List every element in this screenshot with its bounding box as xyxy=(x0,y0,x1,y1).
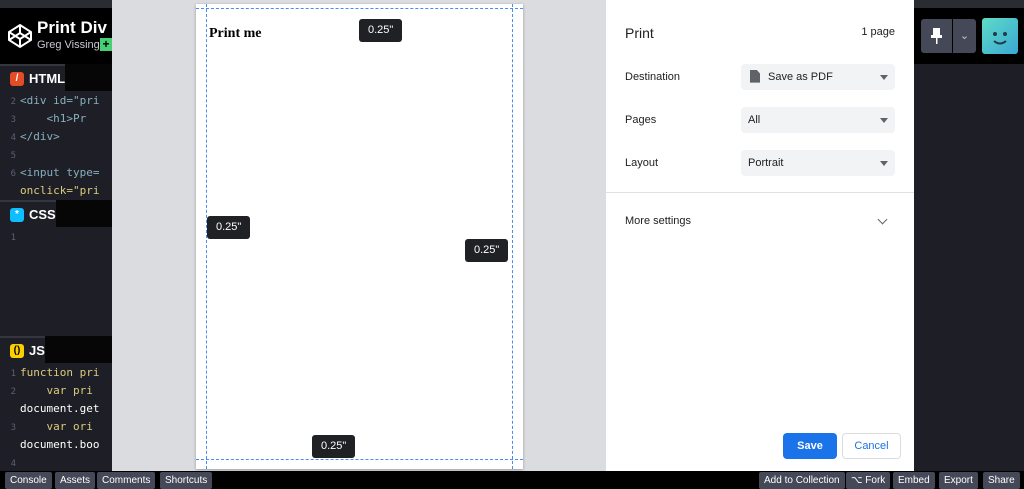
code-line: 3 <h1>Pr xyxy=(10,112,87,125)
print-title: Print xyxy=(625,25,654,41)
code-line: document.get xyxy=(20,402,100,415)
share-button[interactable]: Share xyxy=(983,472,1020,489)
margin-guide-bottom[interactable] xyxy=(196,459,523,460)
layout-value: Portrait xyxy=(748,157,784,169)
code-line: 2 <div id="pri xyxy=(10,94,100,107)
destination-label: Destination xyxy=(625,71,681,83)
pages-value: All xyxy=(748,114,761,126)
codepen-footer: Console Assets Comments Shortcuts Add to… xyxy=(0,471,1024,489)
save-button[interactable]: Save xyxy=(783,433,837,459)
code-line: document.boo xyxy=(20,438,100,451)
page-count: 1 page xyxy=(861,26,895,38)
avatar[interactable] xyxy=(982,18,1018,54)
js-editor-panel[interactable]: () JS 1 function pri 2 var pri document.g… xyxy=(0,336,112,471)
html-icon: / xyxy=(10,71,24,86)
css-icon: * xyxy=(10,207,24,222)
add-to-collection-button[interactable]: Add to Collection xyxy=(759,472,845,489)
html-editor-panel[interactable]: / HTML 2 <div id="pri 3 <h1>Pr 4 </div> 5 … xyxy=(0,64,112,200)
export-button[interactable]: Export xyxy=(939,472,978,489)
pin-button[interactable] xyxy=(921,19,952,53)
margin-right-tooltip: 0.25" xyxy=(465,239,509,262)
embed-button[interactable]: Embed xyxy=(893,472,935,489)
more-settings-toggle[interactable]: More settings xyxy=(625,215,691,227)
document-icon xyxy=(750,69,760,83)
tab-label: JS xyxy=(29,343,45,358)
tab-label: CSS xyxy=(29,207,56,222)
tab-js[interactable]: () JS xyxy=(0,336,45,363)
chevron-down-icon[interactable] xyxy=(877,214,888,225)
code-area[interactable]: 1 xyxy=(0,228,20,246)
divider xyxy=(606,192,914,193)
cancel-button[interactable]: Cancel xyxy=(842,433,901,459)
layout-select[interactable]: Portrait xyxy=(741,150,895,176)
margin-guide-right[interactable] xyxy=(512,4,513,469)
print-settings-panel: Print 1 page Destination Save as PDF Pag… xyxy=(606,0,914,471)
code-line: 6 <input type= xyxy=(10,166,100,179)
margin-bottom-tooltip: 0.25" xyxy=(312,435,356,458)
margin-guide-top[interactable] xyxy=(196,8,523,9)
pen-author[interactable]: Greg Vissing xyxy=(37,39,100,51)
comments-button[interactable]: Comments xyxy=(97,472,156,489)
layout-label: Layout xyxy=(625,157,659,169)
css-editor-panel[interactable]: * CSS 1 xyxy=(0,200,112,336)
avatar-face-icon xyxy=(993,32,1007,45)
destination-select[interactable]: Save as PDF xyxy=(741,64,895,90)
code-line: 4 </div> xyxy=(10,130,60,143)
console-button[interactable]: Console xyxy=(5,472,52,489)
fork-button[interactable]: ⌥ Fork xyxy=(846,472,891,489)
code-line: 3 var ori xyxy=(10,420,93,433)
destination-value: Save as PDF xyxy=(768,71,833,83)
pages-label: Pages xyxy=(625,114,657,126)
code-line: 4 xyxy=(10,459,16,469)
follow-button[interactable]: + xyxy=(100,38,112,51)
preview-heading: Print me xyxy=(209,26,262,41)
dropdown-arrow-icon xyxy=(880,161,888,166)
code-line: 1 xyxy=(10,233,16,243)
pen-title[interactable]: Print Div ar xyxy=(37,18,112,38)
pages-select[interactable]: All xyxy=(741,107,895,133)
dropdown-arrow-icon xyxy=(880,118,888,123)
tab-label: HTML xyxy=(29,71,66,86)
code-area[interactable]: 2 <div id="pri 3 <h1>Pr 4 </div> 5 6 <input… xyxy=(0,92,100,200)
code-line: 2 var pri xyxy=(10,384,93,397)
tab-html[interactable]: / HTML xyxy=(0,64,66,91)
js-icon: () xyxy=(10,343,24,358)
assets-button[interactable]: Assets xyxy=(55,472,96,489)
code-line: onclick="pri xyxy=(20,184,100,197)
code-area[interactable]: 1 function pri 2 var pri document.get 3 v… xyxy=(0,364,100,471)
pin-icon xyxy=(931,28,942,44)
codepen-logo-icon[interactable] xyxy=(6,22,34,50)
code-line: 1 function pri xyxy=(10,366,100,379)
margin-top-tooltip: 0.25" xyxy=(359,19,403,42)
shortcuts-button[interactable]: Shortcuts xyxy=(160,472,213,489)
pin-dropdown-chevron-icon[interactable]: ⌄ xyxy=(953,19,976,53)
code-line: 5 xyxy=(10,151,16,161)
dropdown-arrow-icon xyxy=(880,75,888,80)
margin-left-tooltip: 0.25" xyxy=(207,216,251,239)
tab-css[interactable]: * CSS xyxy=(0,200,56,227)
